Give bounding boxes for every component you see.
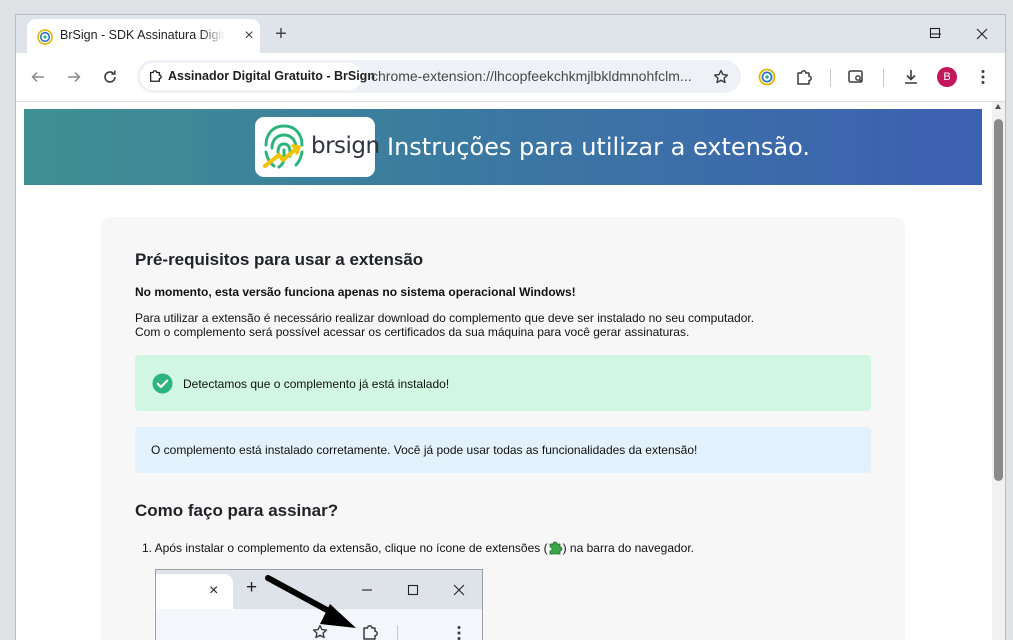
tab-strip: BrSign - SDK Assinatura Digital × + [16,15,1005,53]
close-icon [976,28,988,40]
prereq-line-1: Para utilizar a extensão é necessário re… [135,311,755,325]
reload-icon [104,70,116,83]
hero-banner: brsign Instruções para utilizar a extens… [24,109,982,185]
example-tab: × [156,574,233,609]
back-button[interactable] [24,63,52,91]
maximize-icon [929,27,941,39]
example-minimize-icon [362,589,372,591]
fingerprint-logo-icon [263,124,304,169]
instructions-card: Pré-requisitos para usar a extensão No m… [101,217,905,640]
example-close-icon [453,584,465,596]
check-circle-icon [152,373,173,394]
success-alert: Detectamos que o complemento já está ins… [135,355,871,411]
example-puzzle-icon [363,625,378,640]
step-1-text-before: 1. Após instalar o complemento da extens… [142,541,548,555]
success-alert-text: Detectamos que o complemento já está ins… [183,377,450,391]
browser-toolbar: Assinador Digital Gratuito - BrSign chro… [16,53,1005,102]
prereq-line-2: Com o complemento será possível acessar … [135,325,690,339]
close-window-button[interactable] [959,21,1005,47]
brsign-favicon-icon [37,29,53,45]
logo-wordmark: brsign [311,133,380,159]
downloads-button[interactable] [899,65,923,89]
example-screenshot: × + [155,569,483,640]
tab-close-button[interactable]: × [240,27,258,45]
info-alert-text: O complemento está instalado corretament… [151,443,698,457]
menu-button[interactable] [971,65,995,89]
bookmark-button[interactable] [709,65,733,89]
brsign-logo: brsign [255,117,380,177]
toolbar-separator [830,69,831,87]
star-icon [713,69,729,84]
scroll-thumb[interactable] [994,119,1003,481]
maximize-button[interactable] [912,20,958,46]
puzzle-icon [797,70,812,85]
kebab-menu-icon [981,70,985,84]
arrow-left-icon [31,71,44,83]
active-tab[interactable]: BrSign - SDK Assinatura Digital × [27,19,260,53]
forward-button[interactable] [60,63,88,91]
address-bar[interactable]: Assinador Digital Gratuito - BrSign chro… [137,60,741,93]
pointer-arrow-icon [265,575,356,628]
page-scrollbar[interactable] [992,102,1005,640]
brsign-icon [758,68,776,86]
reload-button[interactable] [96,63,124,91]
howto-heading: Como faço para assinar? [135,501,339,520]
site-info-chip[interactable]: Assinador Digital Gratuito - BrSign [140,63,375,90]
new-tab-button[interactable]: + [270,23,292,45]
example-new-tab: + [246,577,258,598]
scroll-up-arrow-icon[interactable] [995,104,1001,109]
extension-icon [149,70,162,82]
site-name: Assinador Digital Gratuito - BrSign [168,69,375,83]
step-1: 1. Após instalar o complemento da extens… [142,540,694,555]
prereq-heading: Pré-requisitos para usar a extensão [135,250,424,269]
step-1-text-after: ) na barra do navegador. [562,541,695,555]
green-puzzle-icon [549,541,562,555]
tab-search-icon [848,70,863,83]
info-alert: O complemento está instalado corretament… [135,427,871,473]
tab-search-button[interactable] [844,65,868,89]
windows-only-note: No momento, esta versão funciona apenas … [135,285,576,299]
brsign-extension-button[interactable] [755,65,779,89]
extensions-button[interactable] [792,65,816,89]
arrow-right-icon [68,71,81,83]
browser-window: BrSign - SDK Assinatura Digital × + Assi… [15,14,1006,640]
example-separator [397,625,398,640]
example-kebab-icon [457,626,461,640]
example-maximize-icon [407,584,419,596]
url-text[interactable]: chrome-extension://lhcopfeekchkmjlbkldmn… [371,68,701,84]
tab-title: BrSign - SDK Assinatura Digital [60,28,225,42]
download-icon [905,70,917,84]
page-viewport: brsign Instruções para utilizar a extens… [16,102,992,640]
example-tab-close: × [209,582,219,599]
toolbar-separator [883,69,884,87]
hero-title: Instruções para utilizar a extensão. [387,133,810,161]
profile-avatar[interactable]: B [937,67,957,87]
